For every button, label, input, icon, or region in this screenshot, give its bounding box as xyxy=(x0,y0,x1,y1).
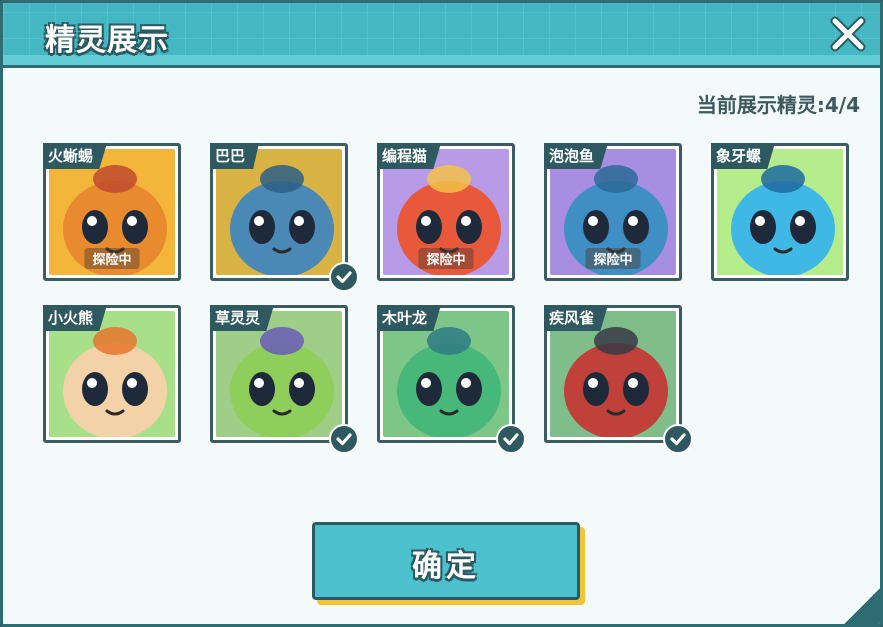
confirm-button[interactable]: 确定 xyxy=(312,522,580,600)
confirm-label: 确定 xyxy=(412,549,480,584)
display-count: 当前展示精灵:4/4 xyxy=(696,93,860,117)
dialog-title: 精灵展示 xyxy=(45,23,169,58)
pet-card[interactable]: 草灵灵 xyxy=(210,305,359,454)
pet-name-tag: 木叶龙 xyxy=(377,305,442,331)
pet-card[interactable]: 巴巴 xyxy=(210,143,359,292)
close-button[interactable] xyxy=(827,13,869,55)
pet-card[interactable]: 木叶龙 xyxy=(377,305,526,454)
pet-card[interactable]: 探险中 泡泡鱼 xyxy=(544,143,682,281)
pet-card[interactable]: 小火熊 xyxy=(43,305,181,443)
dialog-header: 精灵展示 xyxy=(3,3,880,68)
exploring-badge: 探险中 xyxy=(84,248,140,269)
exploring-badge: 探险中 xyxy=(418,248,474,269)
pet-name-tag: 草灵灵 xyxy=(210,305,275,331)
pet-name-tag: 象牙螺 xyxy=(711,143,776,169)
pet-card[interactable]: 疾风雀 xyxy=(544,305,693,454)
pet-name-tag: 编程猫 xyxy=(377,143,442,169)
pet-card[interactable]: 象牙螺 xyxy=(711,143,849,281)
selected-check-icon xyxy=(329,262,359,292)
pet-name-tag: 巴巴 xyxy=(210,143,260,169)
pet-card[interactable]: 探险中 编程猫 xyxy=(377,143,515,281)
pet-name-tag: 疾风雀 xyxy=(544,305,609,331)
selected-check-icon xyxy=(663,424,693,454)
pet-display-dialog: 精灵展示 当前展示精灵:4/4 探险中 火蜥蜴 巴巴 探险中 编程猫 探险中 泡泡鱼 象牙螺小… xyxy=(0,0,883,627)
exploring-badge: 探险中 xyxy=(585,248,641,269)
selected-check-icon xyxy=(496,424,526,454)
pet-name-tag: 泡泡鱼 xyxy=(544,143,609,169)
pet-card[interactable]: 探险中 火蜥蜴 xyxy=(43,143,181,281)
close-icon xyxy=(830,16,866,52)
pet-name-tag: 小火熊 xyxy=(43,305,108,331)
corner-decoration xyxy=(844,588,880,624)
pet-name-tag: 火蜥蜴 xyxy=(43,143,108,169)
selected-check-icon xyxy=(329,424,359,454)
